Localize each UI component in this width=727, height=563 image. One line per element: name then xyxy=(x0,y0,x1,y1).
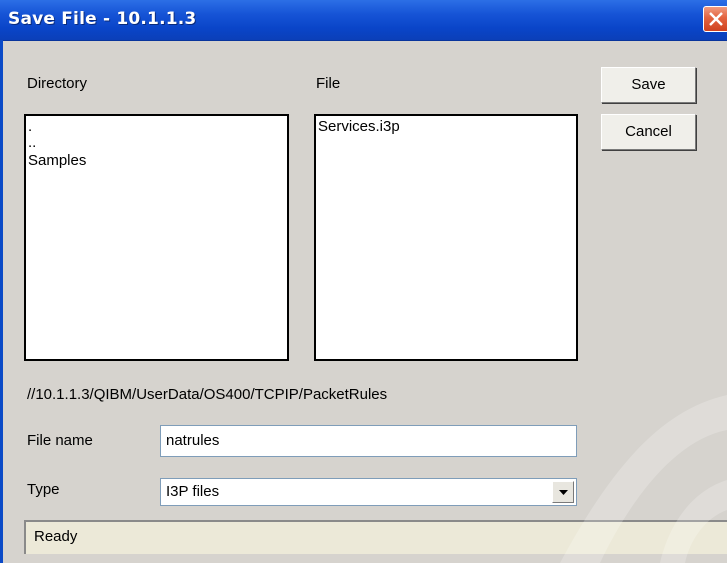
file-label: File xyxy=(316,75,341,92)
directory-path: //10.1.1.3/QIBM/UserData/OS400/TCPIP/Pac… xyxy=(27,386,388,403)
file-type-value: I3P files xyxy=(166,483,220,500)
window-title: Save File - 10.1.1.3 xyxy=(8,9,197,29)
close-icon xyxy=(709,12,723,26)
file-list[interactable]: Services.i3p xyxy=(314,114,578,361)
window-frame xyxy=(0,40,3,563)
close-button[interactable] xyxy=(703,6,727,32)
file-name-label: File name xyxy=(27,432,93,449)
file-type-select[interactable]: I3P files xyxy=(160,478,577,506)
directory-item[interactable]: .. xyxy=(28,135,285,151)
directory-list[interactable]: . .. Samples xyxy=(24,114,289,361)
file-name-input[interactable]: natrules xyxy=(160,425,577,457)
save-button-label: Save xyxy=(631,76,666,93)
save-button[interactable]: Save xyxy=(601,67,696,103)
title-bar[interactable]: Save File - 10.1.1.3 xyxy=(0,0,727,41)
cancel-button[interactable]: Cancel xyxy=(601,114,696,150)
file-item[interactable]: Services.i3p xyxy=(318,119,574,135)
dropdown-button[interactable] xyxy=(552,481,574,503)
directory-item[interactable]: Samples xyxy=(28,153,285,169)
chevron-down-icon xyxy=(559,490,568,495)
directory-item[interactable]: . xyxy=(28,119,285,135)
save-file-dialog: Save File - 10.1.1.3 Directory File . ..… xyxy=(0,0,727,563)
status-bar: Ready xyxy=(24,520,727,554)
type-label: Type xyxy=(27,481,60,498)
directory-label: Directory xyxy=(27,75,88,92)
cancel-button-label: Cancel xyxy=(625,123,672,140)
